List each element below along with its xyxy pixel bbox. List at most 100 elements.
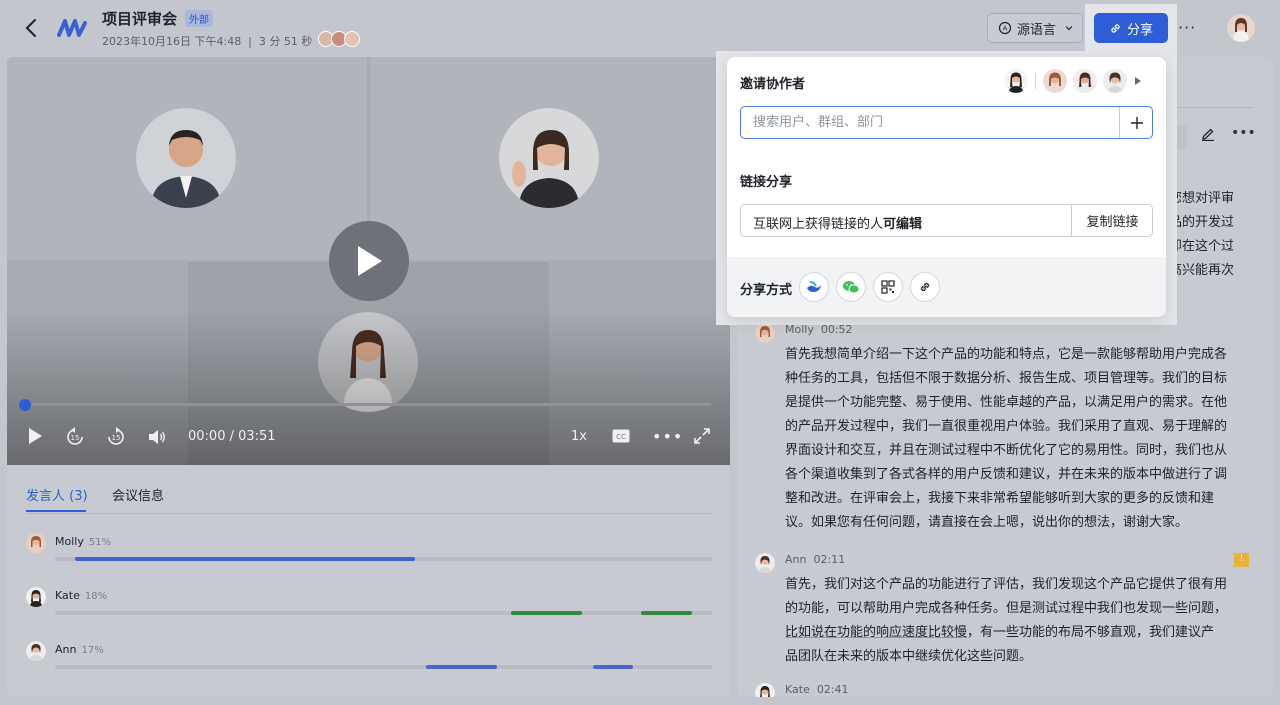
speaking-segment[interactable] — [641, 611, 692, 615]
transcript-text: 首先我想简单介绍一下这个产品的功能和特点，它是一款能够帮助用户完成各种任务的工具… — [785, 347, 1228, 530]
avatar — [755, 553, 775, 573]
divider — [26, 513, 712, 514]
caret-right-icon[interactable] — [1135, 77, 1141, 85]
avatar — [26, 641, 46, 661]
meeting-meta: 2023年10月16日 下午4:48 | 3 分 51 秒 — [102, 35, 313, 48]
tab-meeting-info[interactable]: 会议信息 — [112, 485, 164, 504]
transcript-speaker-time: Kate 02:41 — [785, 683, 849, 696]
collaborator-search — [740, 106, 1153, 139]
source-language-label: 源语言 — [1017, 22, 1057, 38]
feishu-icon — [807, 281, 821, 292]
share-button[interactable]: 分享 — [1094, 13, 1168, 43]
play-small-icon[interactable] — [27, 427, 43, 445]
speaking-segment[interactable] — [426, 665, 497, 669]
more-options-button[interactable]: ··· — [1178, 18, 1196, 37]
speaker-percent: 17% — [81, 645, 104, 656]
playback-speed-button[interactable]: 1x — [571, 429, 587, 444]
collaborator-search-input[interactable] — [741, 107, 1119, 138]
participant-avatars[interactable] — [318, 31, 360, 47]
speaker-row-molly[interactable]: Molly 51% — [26, 533, 712, 573]
speaking-segment[interactable] — [511, 611, 582, 615]
chevron-down-icon — [1065, 26, 1073, 31]
link-icon — [1111, 23, 1120, 33]
edit-icon[interactable] — [1201, 127, 1215, 141]
captions-icon[interactable]: CC — [612, 429, 630, 443]
avatar — [1043, 69, 1067, 93]
tab-active-indicator — [26, 510, 86, 512]
speaker-timeline[interactable] — [55, 665, 712, 669]
transcript-text-peek: 即在这个过 — [1169, 239, 1235, 254]
link-share-title: 链接分享 — [740, 175, 793, 190]
svg-text:A: A — [1003, 25, 1008, 33]
transcript-more-icon[interactable]: ••• — [1231, 125, 1256, 141]
link-icon — [920, 282, 930, 292]
speaker-timeline[interactable] — [55, 611, 712, 615]
speaker-row-kate[interactable]: Kate 18% — [26, 587, 712, 627]
transcript-speaker-time: Ann 02:11 — [785, 553, 846, 566]
avatar — [26, 533, 46, 553]
avatar — [26, 587, 46, 607]
playback-time: 00:00 / 03:51 — [188, 429, 276, 444]
highlighted-text[interactable]: 比如说在功能的响应速度比较慢 — [785, 625, 967, 640]
play-icon — [358, 246, 382, 276]
svg-text:CC: CC — [616, 433, 626, 441]
avatar — [1073, 69, 1097, 93]
invite-collaborators-title: 邀请协作者 — [740, 77, 806, 92]
speaking-segment[interactable] — [75, 557, 415, 561]
transcript-text-peek: 高兴能再次 — [1169, 263, 1235, 278]
participant-video-female — [499, 108, 599, 208]
play-button[interactable] — [329, 221, 409, 301]
avatar — [1004, 69, 1028, 93]
fullscreen-icon[interactable] — [693, 427, 711, 445]
link-permission-select[interactable]: 互联网上获得链接的人可编辑 — [753, 213, 922, 232]
progress-handle[interactable] — [19, 399, 31, 411]
speaker-percent: 18% — [84, 591, 108, 602]
external-badge: 外部 — [185, 10, 213, 27]
rewind-15-icon[interactable]: 15 — [65, 427, 85, 447]
share-methods-bar — [727, 257, 1166, 317]
transcript-text-peek: 您想对评审 — [1169, 191, 1235, 206]
forward-15-icon[interactable]: 15 — [106, 427, 126, 447]
video-player[interactable]: 15 15 00:00 / 03:51 1x CC ••• — [7, 57, 730, 465]
avatar — [344, 31, 360, 47]
share-via-link-button[interactable] — [910, 272, 940, 302]
divider — [1035, 73, 1036, 89]
current-user-avatar[interactable] — [1227, 14, 1255, 42]
speaker-name: Kate 18% — [55, 589, 108, 602]
link-share-row: 互联网上获得链接的人可编辑 复制链接 — [740, 204, 1153, 237]
share-via-wechat-button[interactable] — [836, 272, 866, 302]
back-arrow-icon[interactable] — [22, 16, 42, 40]
collaborator-avatars[interactable] — [1004, 69, 1141, 93]
speaker-timeline[interactable] — [55, 557, 712, 561]
video-more-icon[interactable]: ••• — [652, 427, 683, 446]
participant-tile — [7, 57, 367, 260]
speaking-segment[interactable] — [593, 665, 633, 669]
share-button-label: 分享 — [1126, 22, 1153, 38]
svg-text:15: 15 — [112, 434, 121, 442]
share-popover: 邀请协作者 链接分享 互联网上获得链接的人可编辑 复制链接 分享方式 — [727, 57, 1166, 317]
avatar — [755, 683, 775, 697]
share-via-feishu-button[interactable] — [799, 272, 829, 302]
speaker-name: Ann 17% — [55, 643, 104, 656]
participant-tile — [370, 57, 730, 260]
meeting-date: 2023年10月16日 下午4:48 — [102, 35, 242, 48]
avatar — [1103, 69, 1127, 93]
progress-bar[interactable] — [25, 403, 711, 406]
participant-video-male — [136, 108, 236, 208]
speaker-row-ann[interactable]: Ann 17% — [26, 641, 712, 681]
copy-link-button[interactable]: 复制链接 — [1071, 205, 1153, 236]
qrcode-icon — [881, 280, 895, 294]
comment-flag-icon[interactable]: ! — [1234, 553, 1249, 567]
volume-icon[interactable] — [147, 427, 167, 447]
share-via-qrcode-button[interactable] — [873, 272, 903, 302]
meeting-duration: 3 分 51 秒 — [258, 35, 313, 48]
svg-text:15: 15 — [71, 434, 80, 442]
tab-speakers[interactable]: 发言人 (3) — [26, 485, 88, 504]
add-collaborator-button[interactable] — [1119, 107, 1153, 138]
meeting-header: 项目评审会 外部 2023年10月16日 下午4:48 | 3 分 51 秒 A… — [0, 0, 1280, 57]
app-logo-icon — [57, 19, 87, 37]
meeting-title: 项目评审会 — [102, 10, 178, 28]
source-language-select[interactable]: A 源语言 — [987, 13, 1083, 43]
transcript-text: 首先，我们对这个产品的功能进行了评估，我们发现这个产品它提供了很有用的功能，可以… — [785, 577, 1228, 664]
transcript-text-peek: 品的开发过 — [1169, 215, 1235, 230]
